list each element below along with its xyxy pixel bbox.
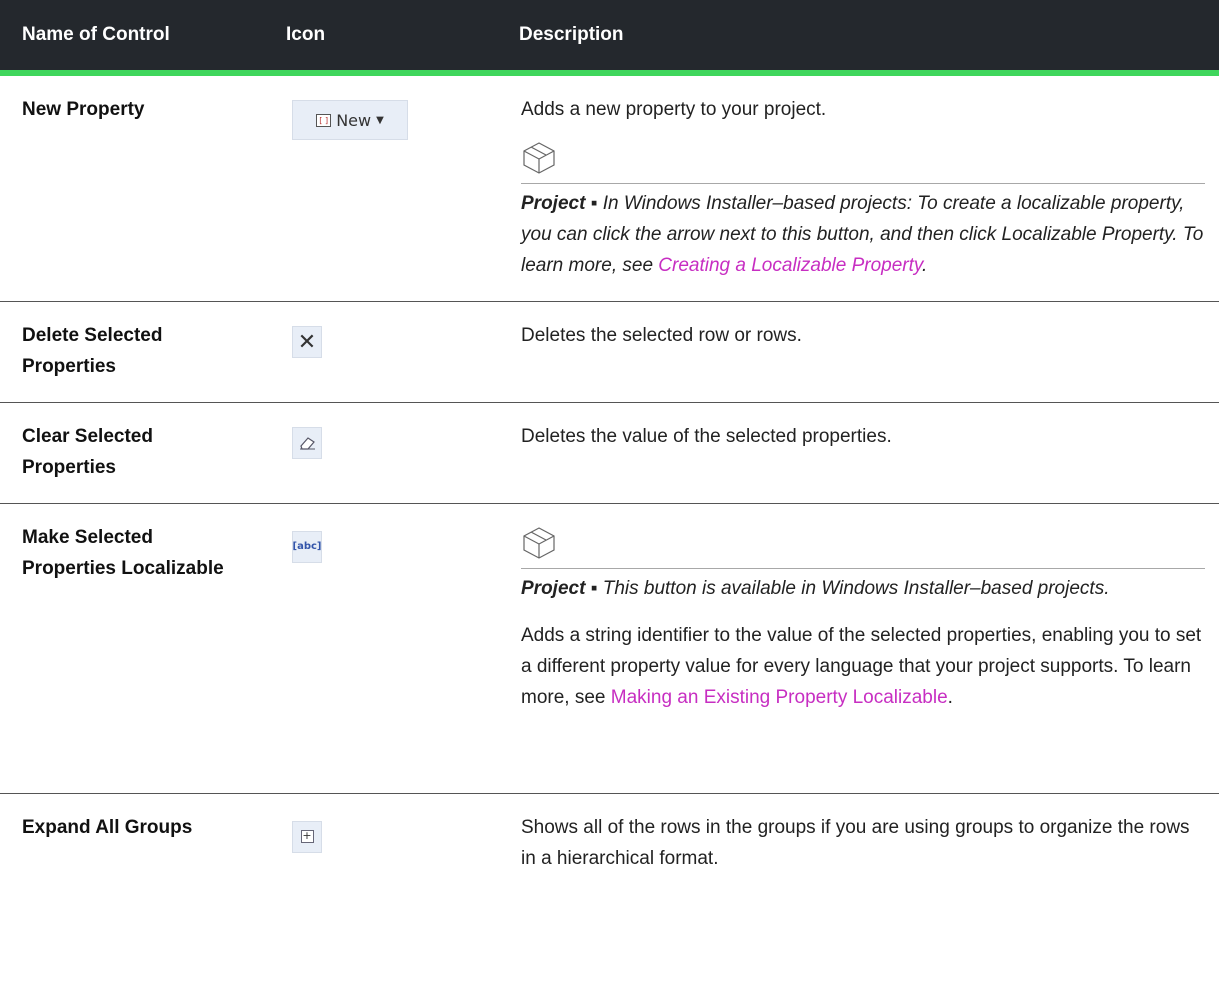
- abc-localize-icon: [abc]: [292, 530, 322, 563]
- table-header: Name of Control Icon Description: [0, 0, 1219, 76]
- new-dropdown-icon: [ ] New ▼: [292, 100, 408, 140]
- control-name: Clear Selected Properties: [0, 402, 264, 504]
- note-end: .: [921, 255, 928, 276]
- table-row: Expand All Groups + Shows all of the row…: [0, 794, 1219, 895]
- description-text: Adds a string identifier to the value of…: [521, 620, 1205, 713]
- delete-x-icon: ✕: [292, 326, 322, 358]
- making-property-localizable-link[interactable]: Making an Existing Property Localizable: [611, 687, 948, 708]
- eraser-icon: [292, 427, 322, 459]
- controls-table: Name of Control Icon Description New Pro…: [0, 0, 1219, 894]
- expand-plus-icon: +: [292, 820, 322, 853]
- description-text: Deletes the value of the selected proper…: [521, 426, 892, 447]
- table-row: Make Selected Properties Localizable [ab…: [0, 503, 1219, 794]
- description-end: .: [947, 687, 953, 708]
- property-box-icon: [ ]: [316, 113, 332, 127]
- note-label: Project ▪: [521, 193, 598, 214]
- table-row: New Property [ ] New ▼ Adds a new proper…: [0, 73, 1219, 302]
- description-text: Shows all of the rows in the groups if y…: [521, 817, 1190, 869]
- header-icon: Icon: [264, 0, 497, 76]
- header-name-of-control: Name of Control: [0, 0, 264, 76]
- project-note: Project ▪ In Windows Installer–based pro…: [521, 183, 1205, 281]
- note-text: This button is available in Windows Inst…: [597, 578, 1110, 599]
- project-box-icon: [523, 142, 555, 174]
- description-text: Deletes the selected row or rows.: [521, 325, 802, 346]
- note-label: Project ▪: [521, 578, 598, 599]
- table-row: Delete Selected Properties ✕ Deletes the…: [0, 301, 1219, 403]
- control-name: Delete Selected Properties: [0, 301, 264, 403]
- project-note: Project ▪ This button is available in Wi…: [521, 568, 1205, 604]
- creating-localizable-property-link[interactable]: Creating a Localizable Property: [658, 255, 922, 276]
- control-name: New Property: [0, 73, 264, 302]
- control-name: Make Selected Properties Localizable: [0, 503, 264, 794]
- control-name: Expand All Groups: [22, 817, 193, 838]
- chevron-down-icon: ▼: [376, 114, 384, 126]
- header-description: Description: [497, 0, 1219, 76]
- description-text: Adds a new property to your project.: [521, 99, 827, 120]
- project-box-icon: [523, 527, 555, 559]
- table-row: Clear Selected Properties Deletes the va…: [0, 402, 1219, 504]
- new-label: New: [336, 110, 372, 130]
